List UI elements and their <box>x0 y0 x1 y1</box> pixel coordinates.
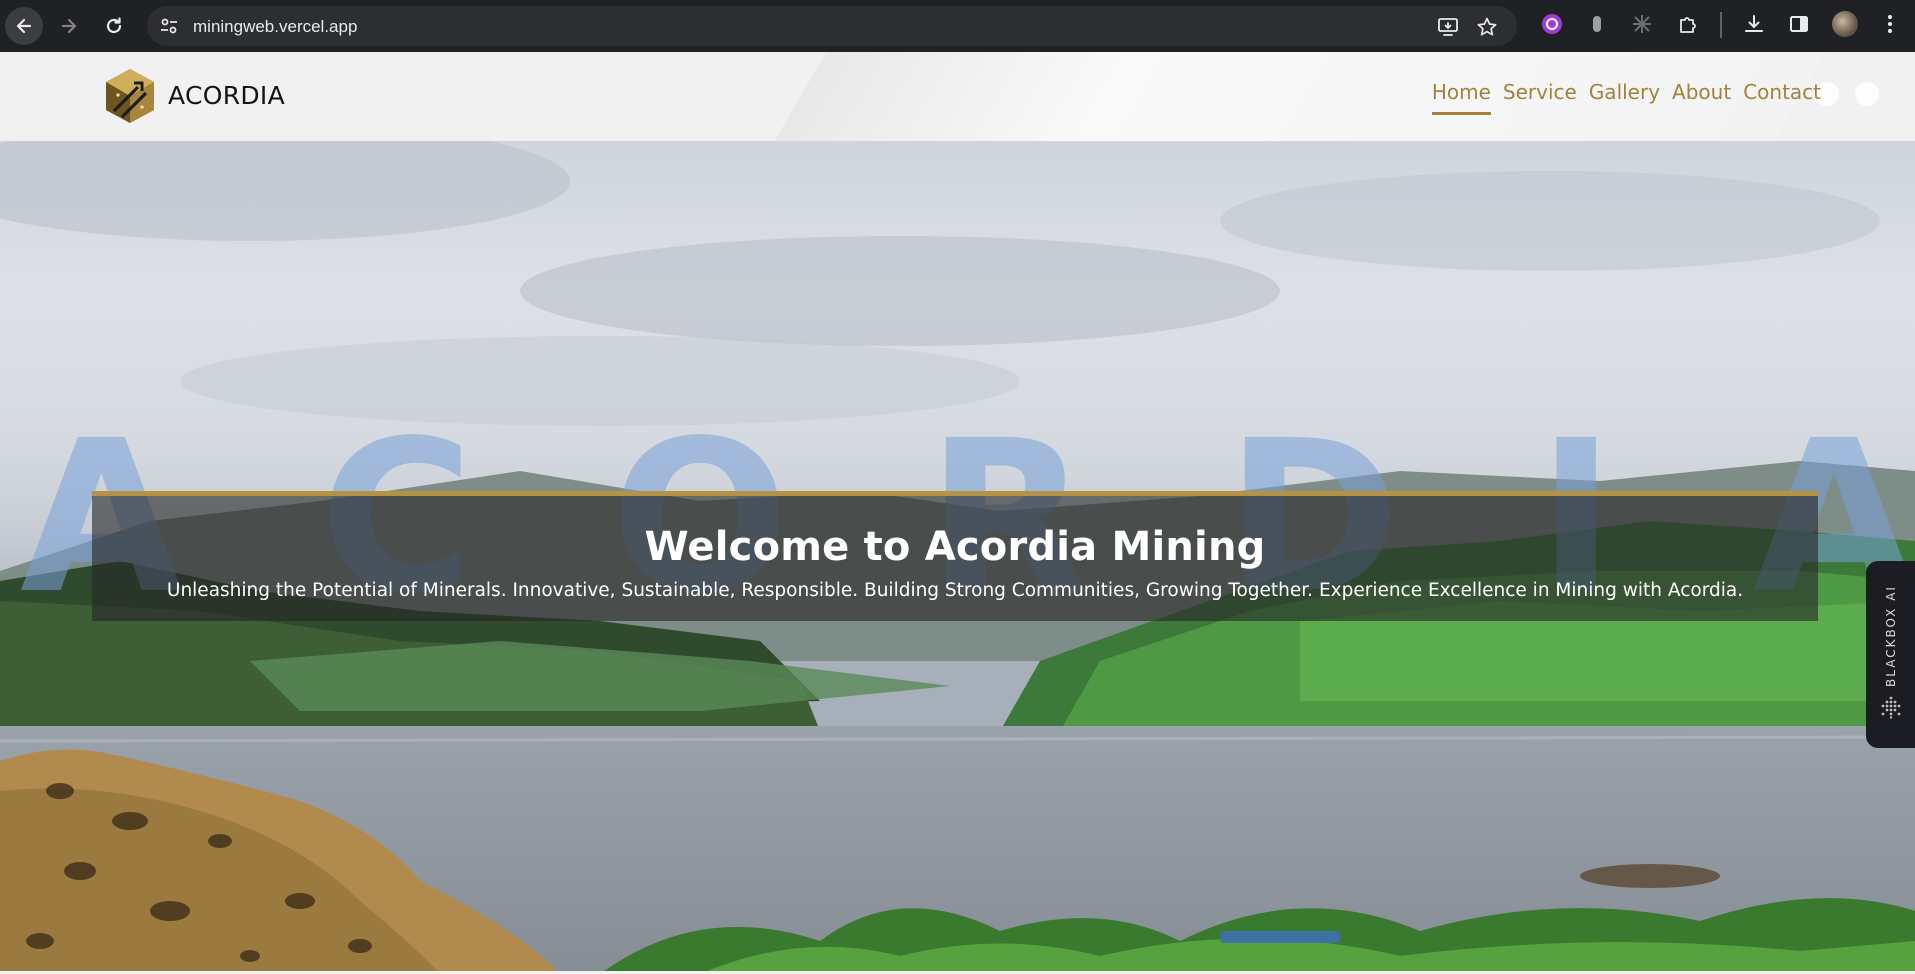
side-panel-icon[interactable] <box>1787 12 1811 36</box>
blackbox-ai-widget[interactable]: BLACKBOX AI <box>1866 561 1915 748</box>
install-app-icon[interactable] <box>1437 16 1459 38</box>
site-header: ACORDIA Home Service Gallery About Conta… <box>0 52 1915 141</box>
header-decoration <box>1815 82 1895 122</box>
brand-name[interactable]: ACORDIA <box>168 81 285 110</box>
nav-link-service[interactable]: Service <box>1503 80 1577 115</box>
profile-avatar[interactable] <box>1832 11 1858 37</box>
extension-icon[interactable] <box>1630 12 1654 36</box>
nav-link-gallery[interactable]: Gallery <box>1589 80 1660 115</box>
blackbox-ai-label: BLACKBOX AI <box>1884 585 1899 687</box>
main-nav: Home Service Gallery About Contact <box>1431 80 1821 115</box>
nav-link-home[interactable]: Home <box>1431 80 1491 115</box>
extensions-puzzle-icon[interactable] <box>1676 12 1700 36</box>
address-bar[interactable]: miningweb.vercel.app <box>147 6 1517 46</box>
site-settings-icon[interactable] <box>159 16 179 36</box>
forward-button[interactable] <box>50 7 88 45</box>
nav-link-contact[interactable]: Contact <box>1743 80 1821 115</box>
blackbox-ai-label-wrap: BLACKBOX AI <box>1871 571 1911 701</box>
extension-icon[interactable] <box>1540 12 1564 36</box>
nav-link-about[interactable]: About <box>1672 80 1731 115</box>
hero-title: Welcome to Acordia Mining <box>644 524 1266 570</box>
hero-banner: Welcome to Acordia Mining Unleashing the… <box>92 491 1818 621</box>
more-menu-icon[interactable] <box>1878 12 1902 36</box>
bookmark-star-icon[interactable] <box>1476 16 1498 38</box>
acordia-logo-icon[interactable] <box>104 67 156 125</box>
hero-subtitle: Unleashing the Potential of Minerals. In… <box>166 580 1744 601</box>
url-text[interactable]: miningweb.vercel.app <box>193 17 357 37</box>
download-icon[interactable] <box>1742 12 1766 36</box>
blackbox-ai-icon <box>1881 696 1901 719</box>
toolbar-divider <box>1720 12 1722 38</box>
browser-toolbar: miningweb.vercel.app <box>0 0 1915 52</box>
extension-icon[interactable] <box>1585 12 1609 36</box>
reload-icon <box>106 17 122 34</box>
forward-icon <box>61 18 77 34</box>
hero-section: A C O R D I A Welcome to Acordia Mining … <box>0 141 1915 974</box>
back-button[interactable] <box>5 7 43 45</box>
reload-button[interactable] <box>95 7 133 45</box>
back-icon <box>16 18 32 34</box>
